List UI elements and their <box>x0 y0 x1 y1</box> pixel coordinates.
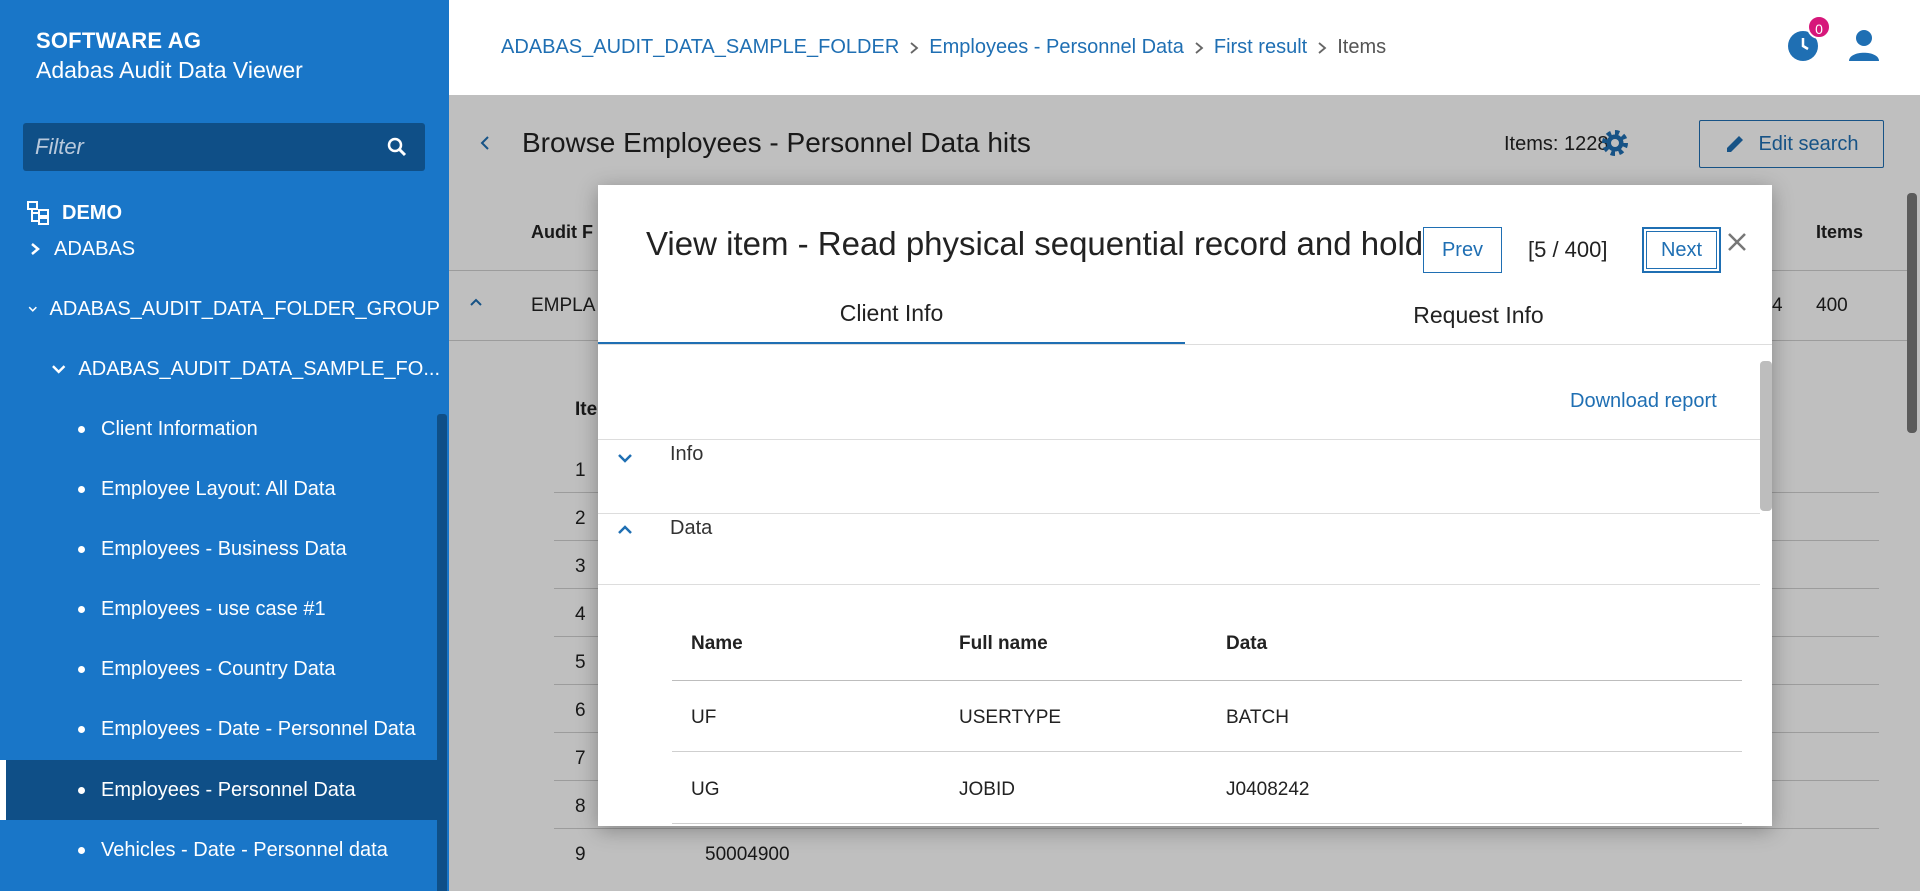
chevron-up-icon[interactable] <box>614 519 636 541</box>
selection-indicator <box>0 760 6 820</box>
chevron-down-icon <box>28 306 37 312</box>
dialog-scrollbar[interactable] <box>1760 361 1772 511</box>
filter-box <box>23 123 425 171</box>
item-counter: [5 / 400] <box>1528 237 1608 262</box>
section-data[interactable]: Data <box>670 517 712 540</box>
tree-item-label: Vehicles - Date - Personnel data <box>101 838 388 861</box>
top-header: ADABAS_AUDIT_DATA_SAMPLE_FOLDER Employee… <box>449 0 1920 95</box>
bullet-icon <box>78 725 85 733</box>
table-cell: J0408242 <box>1226 779 1310 800</box>
table-cell: USERTYPE <box>959 707 1062 728</box>
tree-item-label: ADABAS <box>54 237 136 260</box>
breadcrumb-first-result[interactable]: First result <box>1214 36 1307 59</box>
next-button[interactable]: Next <box>1642 227 1721 273</box>
col-data-header: Data <box>1226 633 1268 654</box>
table-cell: BATCH <box>1226 707 1289 728</box>
chevron-right-icon <box>31 243 40 255</box>
tree-root-demo[interactable]: DEMO <box>0 198 440 228</box>
filter-input[interactable] <box>23 123 383 171</box>
tree-item-personnel-data[interactable]: Employees - Personnel Data <box>6 760 440 820</box>
table-cell: UF <box>691 707 717 728</box>
tree-item-folder-group[interactable]: ADABAS_AUDIT_DATA_FOLDER_GROUP <box>0 294 440 324</box>
tree-item-business-data[interactable]: Employees - Business Data <box>0 534 440 564</box>
breadcrumb-items: Items <box>1337 36 1387 58</box>
prev-button[interactable]: Prev <box>1423 227 1502 273</box>
breadcrumb-personnel-data[interactable]: Employees - Personnel Data <box>929 36 1184 59</box>
divider <box>598 513 1760 514</box>
bullet-icon <box>78 846 85 854</box>
download-report-link[interactable]: Download report <box>1570 390 1717 413</box>
divider <box>598 439 1760 440</box>
tree-root-label: DEMO <box>62 201 122 224</box>
brand: SOFTWARE AG Adabas Audit Data Viewer <box>36 28 303 84</box>
divider <box>672 823 1742 824</box>
bullet-icon <box>78 425 85 433</box>
company-name: SOFTWARE AG <box>36 28 202 53</box>
tree-item-vehicles[interactable]: Vehicles - Date - Personnel data <box>0 835 440 865</box>
tree-item-country-data[interactable]: Employees - Country Data <box>0 654 440 684</box>
tree-item-label: Client Information <box>101 417 258 440</box>
sidebar: SOFTWARE AG Adabas Audit Data Viewer DEM… <box>0 0 449 891</box>
close-icon[interactable] <box>1726 231 1748 253</box>
tree-item-label: Employee Layout: All Data <box>101 477 336 500</box>
user-icon[interactable] <box>1847 28 1881 62</box>
tree-item-label: Employees - Date - Personnel Data <box>101 717 416 740</box>
tree-item-label: ADABAS_AUDIT_DATA_SAMPLE_FO... <box>78 357 440 380</box>
breadcrumb-sample-folder[interactable]: ADABAS_AUDIT_DATA_SAMPLE_FOLDER <box>501 36 899 59</box>
divider <box>672 751 1742 752</box>
tab-request-info[interactable]: Request Info <box>1185 285 1772 345</box>
chevron-down-icon <box>52 365 66 374</box>
notification-badge: 0 <box>1807 15 1831 39</box>
section-info[interactable]: Info <box>670 443 703 466</box>
tree-item-label: Employees - Country Data <box>101 657 336 680</box>
chevron-right-icon <box>910 41 919 54</box>
table-cell: JOBID <box>959 779 1015 800</box>
col-name-header: Name <box>691 633 743 654</box>
bullet-icon <box>78 605 85 613</box>
view-item-dialog: View item - Read physical sequential rec… <box>598 185 1772 826</box>
tree-item-label: Employees - Personnel Data <box>101 778 356 801</box>
bullet-icon <box>78 786 85 794</box>
divider <box>598 584 1760 585</box>
bullet-icon <box>78 485 85 493</box>
app-name: Adabas Audit Data Viewer <box>36 57 303 83</box>
breadcrumb: ADABAS_AUDIT_DATA_SAMPLE_FOLDER Employee… <box>501 36 1386 59</box>
table-cell: UG <box>691 779 720 800</box>
tree-icon <box>27 201 49 225</box>
dialog-title: View item - Read physical sequential rec… <box>646 225 1424 262</box>
tree-item-client-information[interactable]: Client Information <box>0 414 440 444</box>
tree-item-sample-folder[interactable]: ADABAS_AUDIT_DATA_SAMPLE_FO... <box>0 354 440 384</box>
tree-item-label: ADABAS_AUDIT_DATA_FOLDER_GROUP <box>49 297 440 320</box>
divider <box>672 680 1742 681</box>
tree-item-employee-layout[interactable]: Employee Layout: All Data <box>0 474 440 504</box>
tab-client-info[interactable]: Client Info <box>598 285 1185 345</box>
tree-item-adabas[interactable]: ADABAS <box>0 234 440 264</box>
bullet-icon <box>78 665 85 673</box>
sidebar-scrollbar[interactable] <box>437 414 447 891</box>
tree-item-label: Employees - use case #1 <box>101 597 326 620</box>
bullet-icon <box>78 545 85 553</box>
tabs-divider <box>598 344 1772 345</box>
chevron-right-icon <box>1318 41 1327 54</box>
tree-item-use-case[interactable]: Employees - use case #1 <box>0 594 440 624</box>
chevron-right-icon <box>1195 41 1204 54</box>
tree-item-label: Employees - Business Data <box>101 537 347 560</box>
search-icon[interactable] <box>385 135 409 159</box>
tree-item-date-personnel[interactable]: Employees - Date - Personnel Data <box>0 714 440 744</box>
chevron-down-icon[interactable] <box>614 447 636 469</box>
col-fullname-header: Full name <box>959 633 1048 654</box>
